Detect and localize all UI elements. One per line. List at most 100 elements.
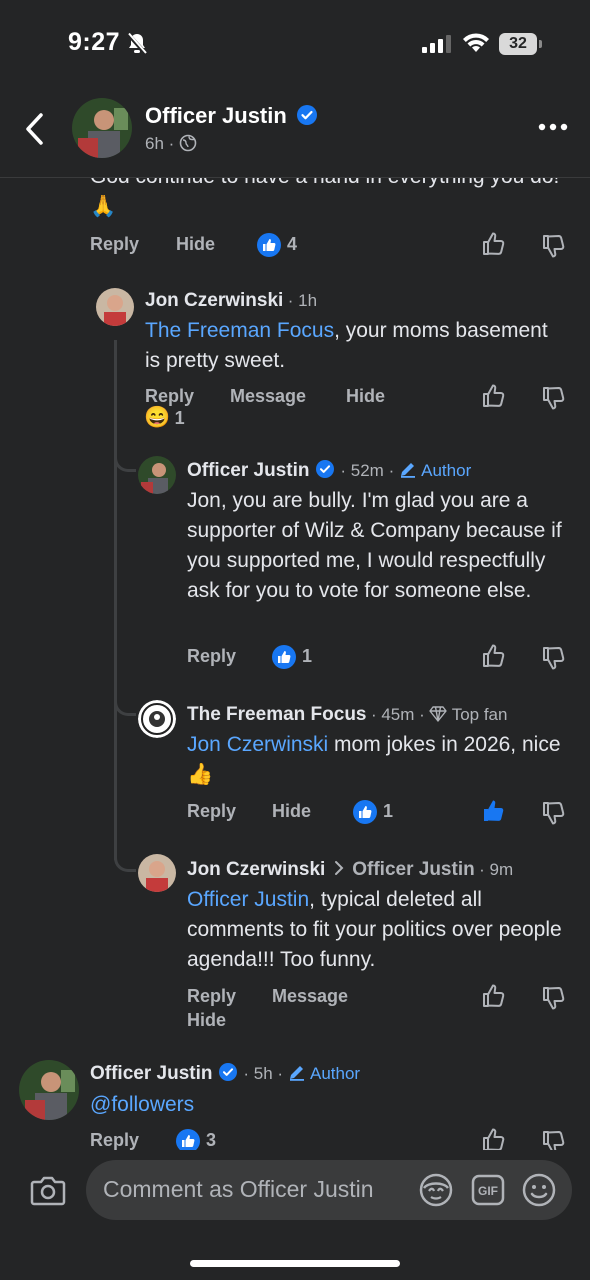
comment-body: Jon Czerwinski mom jokes in 2026, nice 👍 (187, 730, 579, 790)
globe-icon (179, 134, 197, 152)
wifi-icon (462, 32, 490, 54)
reply-button[interactable]: Reply (90, 234, 139, 255)
author-avatar[interactable] (72, 98, 132, 158)
status-time: 9:27 (68, 28, 121, 56)
reply-thread-line (114, 340, 117, 860)
verified-badge-icon (296, 105, 317, 125)
header-divider (0, 177, 590, 178)
comment-header: Officer Justin · 52m · Author (187, 460, 471, 482)
signal-icon (422, 35, 452, 53)
replied-to-name[interactable]: Officer Justin (352, 859, 474, 880)
message-button[interactable]: Message (272, 986, 348, 1007)
verified-badge-icon (218, 1063, 237, 1081)
commenter-name[interactable]: Jon Czerwinski (187, 859, 325, 880)
mention-link[interactable]: Officer Justin (187, 888, 309, 911)
thumbs-up-filled-icon[interactable] (481, 798, 507, 824)
battery-tip (539, 40, 542, 48)
like-reaction-icon (257, 233, 281, 257)
post-timestamp: 6h · (145, 134, 197, 154)
gif-icon[interactable]: GIF (471, 1174, 505, 1206)
pencil-icon (288, 1063, 306, 1081)
hide-button[interactable]: Hide (272, 801, 311, 822)
commenter-avatar[interactable] (96, 288, 134, 326)
comment-text: Jon, you are bully. I'm glad you are a s… (187, 489, 562, 602)
camera-icon[interactable] (30, 1174, 66, 1206)
hide-button[interactable]: Hide (176, 234, 215, 255)
pencil-icon (399, 460, 417, 478)
comment-input-placeholder: Comment as Officer Justin (103, 1176, 374, 1202)
thumbs-up-icon[interactable] (481, 643, 507, 669)
reply-connector (114, 688, 136, 716)
like-count: 3 (206, 1130, 217, 1150)
author-badge: Author (421, 461, 472, 480)
chevron-right-icon (334, 860, 344, 876)
commenter-avatar[interactable] (138, 700, 176, 738)
comment-header: Officer Justin · 5h · Author (90, 1063, 360, 1085)
silent-bell-icon (126, 32, 148, 56)
thumbs-down-icon[interactable] (541, 985, 567, 1011)
comments-scroll-area[interactable]: God continue to have a hand in everythin… (0, 178, 590, 1150)
reply-button[interactable]: Reply (187, 646, 236, 667)
reply-button[interactable]: Reply (90, 1130, 139, 1150)
mention-link[interactable]: The Freeman Focus (145, 319, 334, 342)
mention-link[interactable]: Jon Czerwinski (187, 733, 328, 756)
top-fan-badge: Top fan (451, 705, 508, 724)
comment-header: Jon Czerwinski Officer Justin · 9m (187, 859, 513, 881)
reaction-count: 1 (174, 408, 185, 428)
like-reaction-icon (353, 800, 377, 824)
like-count: 4 (287, 234, 298, 254)
page-title[interactable]: Officer Justin (145, 103, 317, 129)
thumbs-down-icon[interactable] (541, 645, 567, 671)
comment-header: Jon Czerwinski · 1h (145, 290, 317, 312)
commenter-avatar[interactable] (19, 1060, 79, 1120)
reply-button[interactable]: Reply (145, 386, 194, 407)
more-options-icon[interactable] (538, 123, 568, 131)
haha-reaction-emoji: 😄 (144, 406, 171, 429)
thumbs-down-icon[interactable] (541, 800, 567, 826)
like-count: 1 (383, 801, 394, 821)
author-badge: Author (309, 1064, 361, 1083)
mention-link[interactable]: @followers (90, 1093, 194, 1116)
comment-text: God continue to have a hand in everythin… (90, 178, 559, 218)
comment-body: @followers (90, 1090, 194, 1120)
comment-timestamp: · 52m · (340, 461, 395, 480)
reply-connector (114, 444, 136, 472)
thumbs-down-icon[interactable] (541, 233, 567, 259)
diamond-icon (429, 706, 447, 722)
emoji-icon[interactable] (521, 1172, 557, 1208)
hide-button[interactable]: Hide (346, 386, 385, 407)
like-count: 1 (302, 646, 313, 666)
commenter-name[interactable]: Jon Czerwinski (145, 290, 283, 311)
thumbs-up-icon[interactable] (481, 1127, 507, 1150)
thumbs-up-icon[interactable] (481, 231, 507, 257)
comment-body: The Freeman Focus, your moms basement is… (145, 316, 565, 376)
home-indicator (190, 1260, 400, 1267)
comment-timestamp: · 5h · (243, 1064, 284, 1083)
hide-button[interactable]: Hide (187, 1010, 226, 1031)
thumbs-up-icon[interactable] (481, 983, 507, 1009)
comment-timestamp: · 1h (287, 291, 318, 310)
comment-body: Officer Justin, typical deleted all comm… (187, 885, 572, 975)
commenter-name[interactable]: Officer Justin (90, 1063, 212, 1084)
commenter-name[interactable]: Officer Justin (187, 460, 309, 481)
svg-text:GIF: GIF (478, 1184, 498, 1198)
avatar-sticker-icon[interactable] (418, 1172, 454, 1208)
battery-indicator: 32 (499, 33, 537, 55)
like-reaction-icon (176, 1129, 200, 1150)
verified-badge-icon (315, 460, 334, 478)
reply-button[interactable]: Reply (187, 801, 236, 822)
thumbs-down-icon[interactable] (541, 385, 567, 411)
message-button[interactable]: Message (230, 386, 306, 407)
like-reaction-icon (272, 645, 296, 669)
thumbs-down-icon[interactable] (541, 1129, 567, 1150)
reply-connector (114, 842, 136, 872)
comment-header: The Freeman Focus · 45m · Top fan (187, 704, 507, 726)
reply-button[interactable]: Reply (187, 986, 236, 1007)
commenter-avatar[interactable] (138, 456, 176, 494)
thumbs-up-icon[interactable] (481, 383, 507, 409)
back-chevron-icon[interactable] (24, 112, 46, 146)
commenter-avatar[interactable] (138, 854, 176, 892)
comment-timestamp: · 9m (479, 860, 514, 879)
commenter-name[interactable]: The Freeman Focus (187, 704, 367, 725)
reaction-summary[interactable]: 😄 1 (144, 406, 185, 430)
